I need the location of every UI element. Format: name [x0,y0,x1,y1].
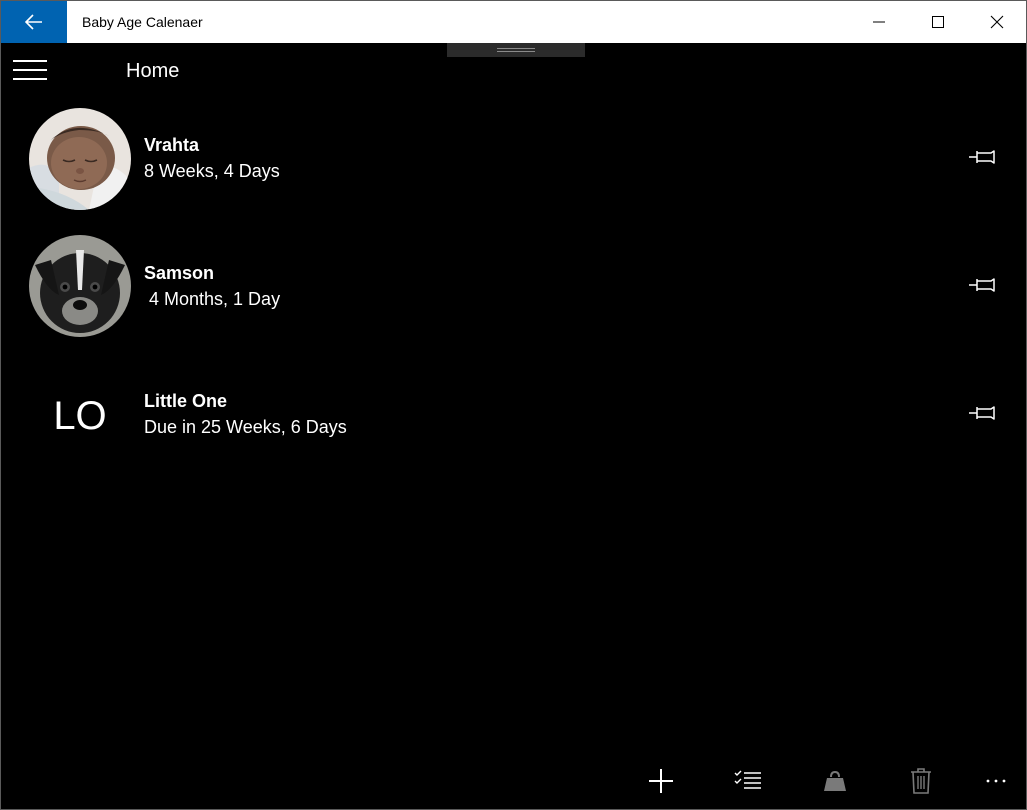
hamburger-line [13,78,47,80]
entry-age: 4 Months, 1 Day [144,289,281,309]
delete-button[interactable] [901,764,941,798]
weight-icon [824,770,846,791]
select-button[interactable] [728,764,768,798]
minimize-button[interactable] [849,1,908,43]
arrow-left-icon [25,14,42,30]
maximize-button[interactable] [908,1,967,43]
app-window: Baby Age Calenaer Home Vrahta 8 Weeks, 4… [0,0,1027,810]
hamburger-line [13,69,47,71]
entry-age: 8 Weeks, 4 Days [144,161,280,181]
pin-icon[interactable] [967,148,997,166]
avatar-initials: LO [53,393,107,438]
caption-buttons [849,1,1026,43]
list-item[interactable]: LO Little One Due in 25 Weeks, 6 Days [1,357,1026,485]
avatar [29,108,131,210]
grip-icon [497,48,535,52]
list-item[interactable]: Vrahta 8 Weeks, 4 Days [1,101,1026,229]
baby-photo [29,108,131,210]
avatar [29,235,131,337]
hamburger-line [13,60,47,62]
pin-icon[interactable] [967,404,997,422]
more-button[interactable] [976,764,1016,798]
more-icon [986,779,1006,783]
maximize-icon [931,16,944,28]
pin-icon[interactable] [967,276,997,294]
entry-name: Samson [144,263,215,283]
add-icon [649,769,673,793]
entry-age: Due in 25 Weeks, 6 Days [144,417,347,437]
weight-button[interactable] [815,764,855,798]
puppy-photo [29,235,131,337]
back-button[interactable] [1,1,67,43]
command-bar [1,756,1026,810]
entry-name: Little One [144,391,228,411]
close-icon [990,15,1003,29]
menu-button[interactable] [13,58,49,82]
close-button[interactable] [967,1,1026,43]
add-button[interactable] [641,764,681,798]
minimize-icon [872,21,885,23]
app-title: Baby Age Calenaer [82,14,203,30]
list-item[interactable]: Samson 4 Months, 1 Day [1,229,1026,357]
drag-handle[interactable] [447,43,585,57]
entry-name: Vrahta [144,135,200,155]
multi-select-icon [734,770,761,789]
delete-icon [911,768,931,794]
title-bar: Baby Age Calenaer [1,1,1026,43]
page-title: Home [126,60,180,82]
